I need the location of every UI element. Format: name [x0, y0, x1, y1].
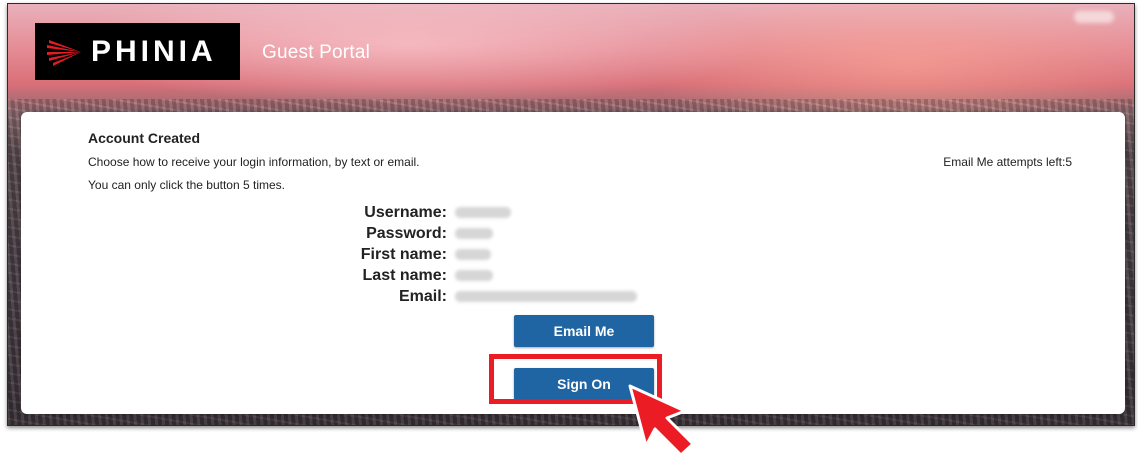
last-name-label: Last name: — [362, 266, 447, 284]
last-name-value-redacted — [455, 270, 493, 281]
hand-pointer-arrow-icon — [628, 384, 695, 457]
portal-title: Guest Portal — [262, 42, 371, 63]
first-name-label: First name: — [360, 245, 447, 263]
username-row: Username: — [321, 202, 681, 223]
phinia-logo-mark-icon — [47, 39, 81, 66]
email-me-button[interactable]: Email Me — [514, 315, 654, 347]
instruction-text: Choose how to receive your login informa… — [88, 155, 420, 169]
logo-text: PHINIA — [91, 34, 217, 68]
card-heading: Account Created — [88, 130, 201, 146]
limit-note-text: You can only click the button 5 times. — [88, 178, 286, 192]
password-label: Password: — [366, 224, 447, 242]
email-value-redacted — [455, 291, 637, 302]
username-value-redacted — [455, 207, 511, 218]
last-name-row: Last name: — [321, 265, 681, 286]
account-details: Username: Password: First name: Last nam… — [321, 202, 681, 307]
phinia-logo: PHINIA — [35, 23, 240, 80]
email-row: Email: — [321, 286, 681, 307]
attempts-left-text: Email Me attempts left:5 — [943, 155, 1072, 169]
first-name-row: First name: — [321, 244, 681, 265]
password-row: Password: — [321, 223, 681, 244]
first-name-value-redacted — [455, 249, 491, 260]
username-label: Username: — [364, 203, 447, 221]
password-value-redacted — [455, 228, 493, 239]
user-name-redacted — [1074, 11, 1114, 23]
email-label: Email: — [398, 287, 447, 305]
